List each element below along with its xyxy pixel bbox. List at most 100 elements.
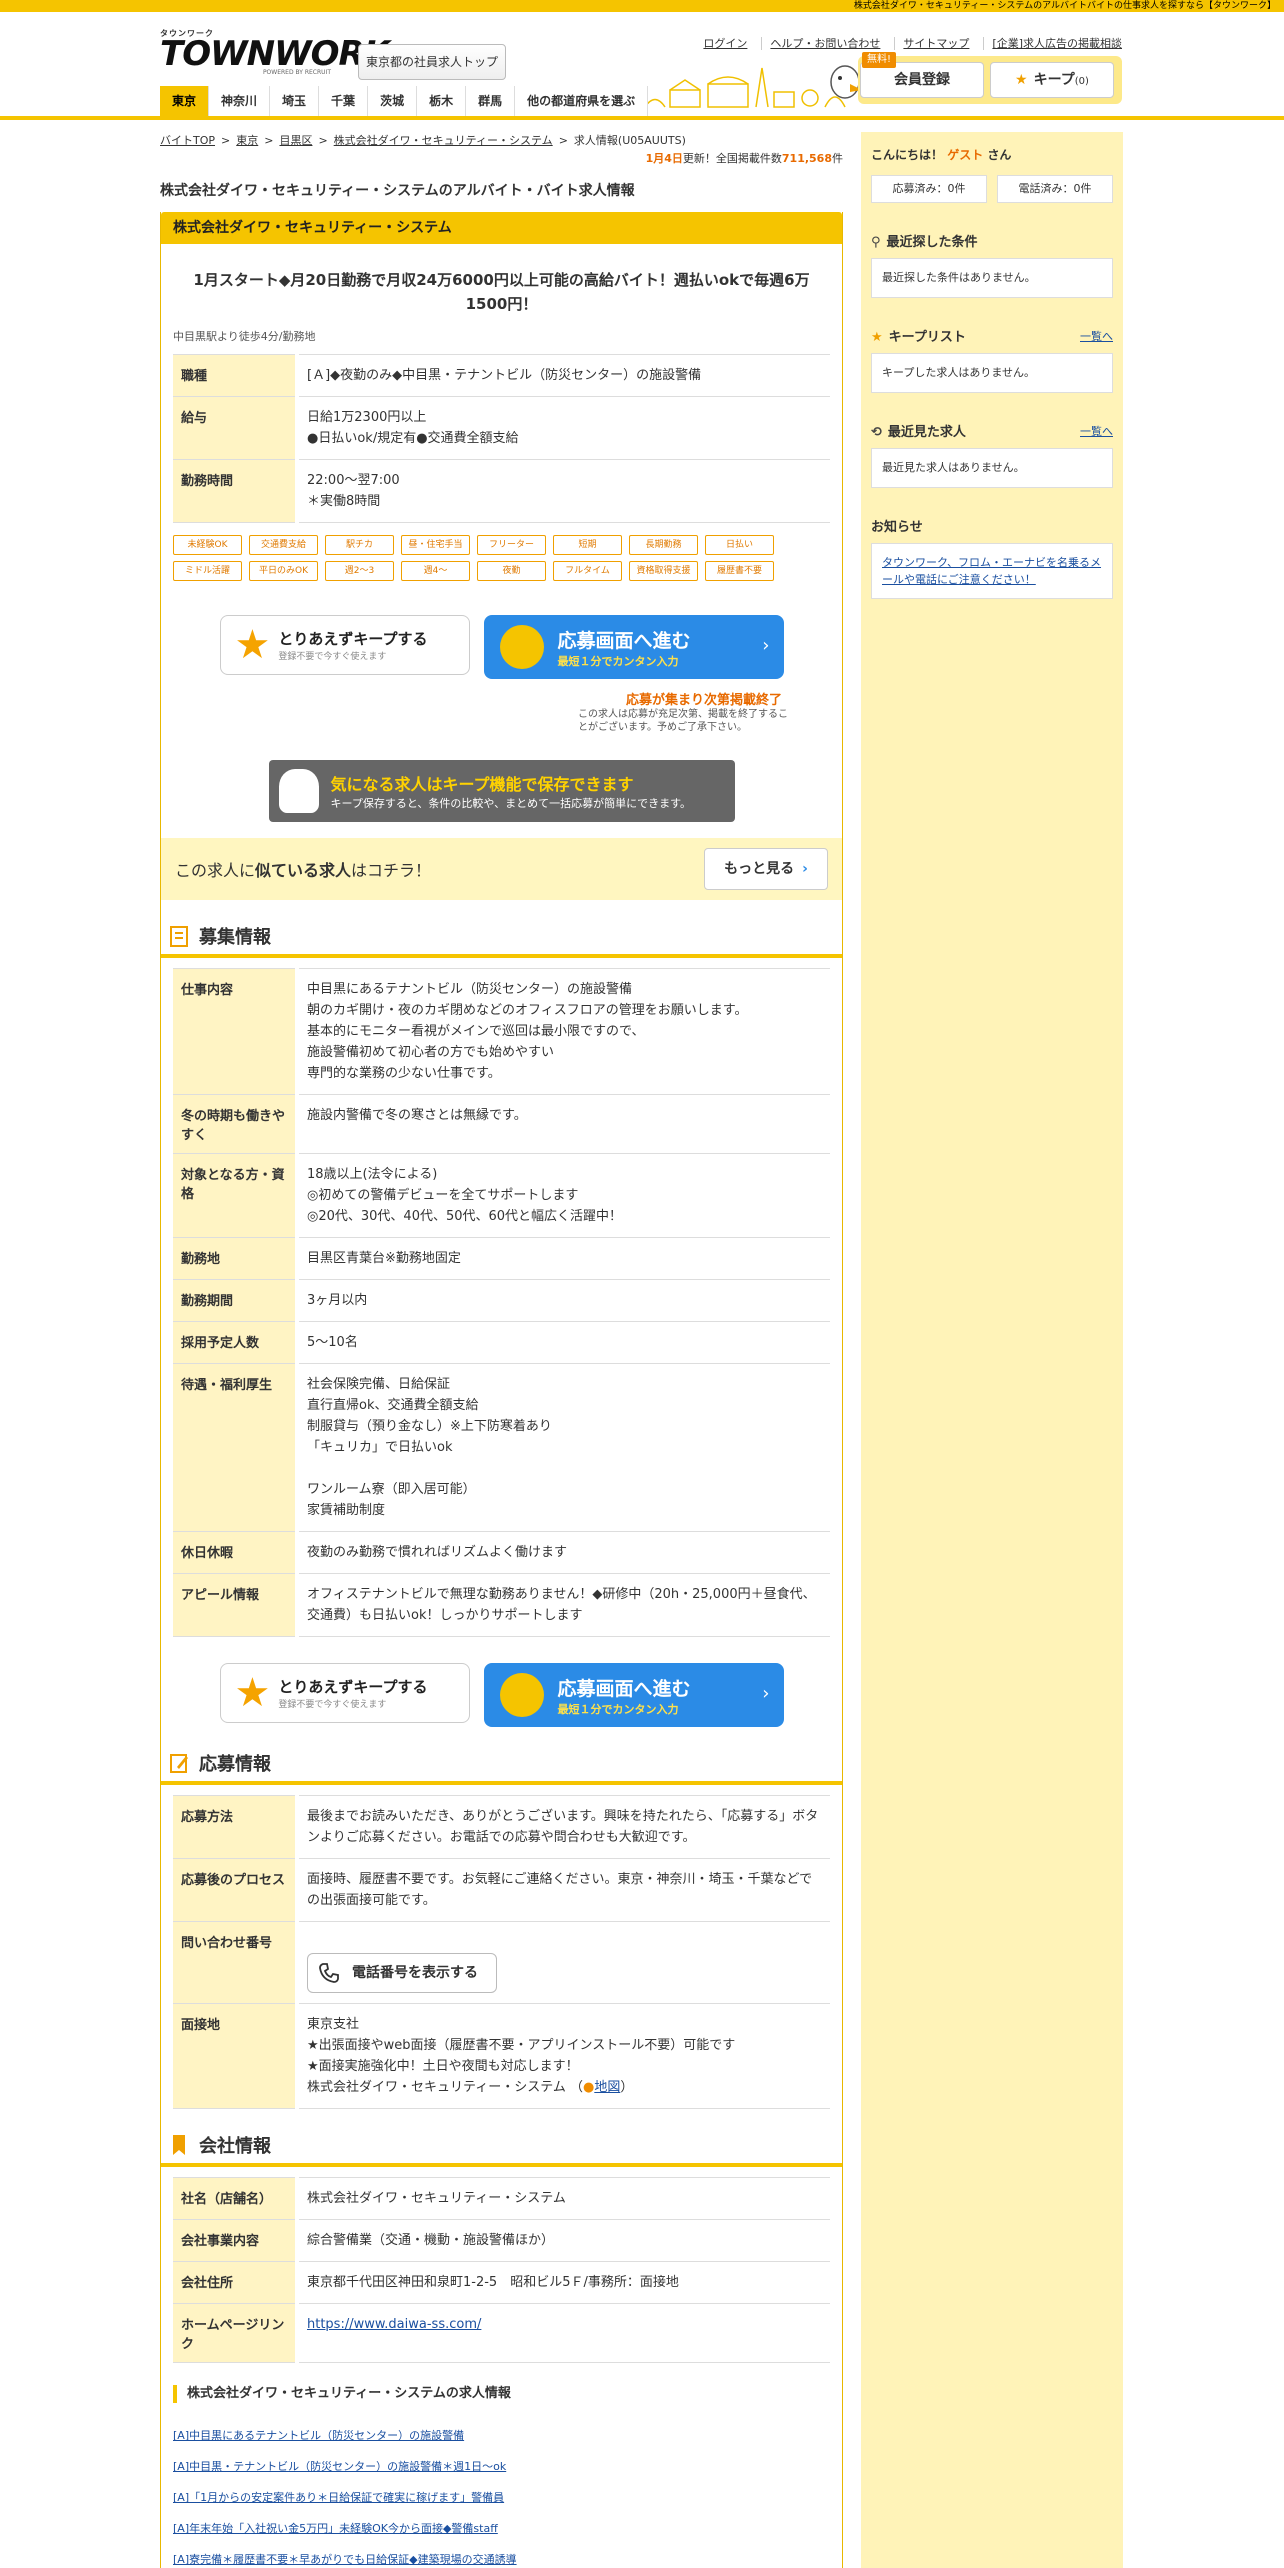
tab-tokyo[interactable]: 東京 <box>160 86 210 116</box>
breadcrumb-top[interactable]: バイトTOP <box>160 134 215 147</box>
townwork-logo[interactable]: タウンワーク TOWNWORK POWERED BY RECRUIT <box>160 28 390 84</box>
chevron-right-icon: › <box>762 1683 770 1704</box>
notice-header: お知らせ <box>861 516 1123 535</box>
keep-count: (0) <box>1074 76 1089 87</box>
row-header: 採用予定人数 <box>173 1321 299 1364</box>
row-value: 面接時、履歴書不要です。お気軽にご連絡ください。東京・神奈川・埼玉・千葉などでの… <box>297 1858 830 1922</box>
related-job-link[interactable]: [A]寮完備＊履歴書不要＊早あがりでも日給保証◆建築現場の交通誘導 <box>173 2551 830 2567</box>
row-value: [Ａ]◆夜勤のみ◆中目黒・テナントビル（防災センター）の施設警備 <box>297 354 830 397</box>
recent-conditions-title: 最近探した条件 <box>886 235 978 250</box>
keep-list-more-link[interactable]: 一覧へ <box>1080 328 1113 344</box>
related-job-link[interactable]: [A]中目黒にあるテナントビル（防災センター）の施設警備 <box>173 2427 830 2443</box>
star-icon: ★ <box>234 622 271 668</box>
keep-job-button[interactable]: ★ とりあえずキープする 登録不要で今すぐ使えます <box>219 1663 470 1723</box>
job-catchcopy: 1月スタート◆月20日勤務で月収24万6000円以上可能の高給バイト！週払いok… <box>193 271 810 313</box>
breadcrumb-company[interactable]: 株式会社ダイワ・セキュリティー・システム <box>334 134 553 147</box>
table-row: 応募方法 最後までお読みいただき、ありがとうございます。興味を持たれたら、「応募す… <box>173 1795 830 1859</box>
table-row: 面接地 東京支社 ★出張面接やweb面接（履歴書不要・アプリインストール不要）可… <box>173 2003 830 2109</box>
tab-kanagawa[interactable]: 神奈川 <box>209 86 271 116</box>
breadcrumb-meguro[interactable]: 目黒区 <box>279 134 312 147</box>
breadcrumb-tokyo[interactable]: 東京 <box>236 134 258 147</box>
keep-feature-banner[interactable]: 気になる求人はキープ機能で保存できます キープ保存すると、条件の比較や、まとめて一… <box>268 760 735 822</box>
show-phone-label: 電話番号を表示する <box>352 1964 478 1981</box>
tab-gunma[interactable]: 群馬 <box>466 86 516 116</box>
feature-tag: 夜勤 <box>477 561 546 581</box>
company-name-bar: 株式会社ダイワ・セキュリティー・システム <box>161 212 842 244</box>
tab-chiba[interactable]: 千葉 <box>319 86 369 116</box>
keep-button-sub: 登録不要で今すぐ使えます <box>278 1700 387 1710</box>
row-header: 待遇・福利厚生 <box>173 1363 299 1532</box>
count-suffix: 件 <box>832 152 843 165</box>
recently-viewed-title: 最近見た求人 <box>887 425 966 440</box>
apply-button[interactable]: 応募画面へ進む 最短１分でカンタン入力 › <box>483 1663 784 1727</box>
apply-button-sub: 最短１分でカンタン入力 <box>557 1702 679 1716</box>
notepad-icon <box>170 926 188 947</box>
show-phone-button[interactable]: 電話番号を表示する <box>307 1953 497 1993</box>
row-value: 18歳以上(法令による) ◎初めての警備デビューを全てサポートします ◎20代、… <box>297 1153 830 1238</box>
ad-consult-link[interactable]: [企業]求人広告の掲載相談 <box>983 37 1122 50</box>
breadcrumb-sep: > <box>318 134 328 147</box>
keep-label: キープ <box>1033 72 1075 88</box>
keep-job-button[interactable]: ★ とりあえずキープする登録不要で今すぐ使えます <box>219 615 470 675</box>
table-row: 待遇・福利厚生 社会保険完備、日給保証 直行直帰ok、交通費全額支給 制服貸与（預… <box>173 1363 830 1532</box>
related-job-link[interactable]: [A]年末年始「入社祝い金5万円」未経験OK今から面接◆警備staff <box>173 2520 830 2536</box>
related-job-link[interactable]: [A]「1月からの安定案件あり＊日給保証で確実に稼げます」警備員 <box>173 2489 830 2505</box>
row-value: 22:00～翌7:00 ＊実働8時間 <box>297 459 830 523</box>
table-row: 職種 [Ａ]◆夜勤のみ◆中目黒・テナントビル（防災センター）の施設警備 <box>173 354 830 397</box>
apply-button[interactable]: 応募画面へ進む 最短１分でカンタン入力 › <box>483 615 784 679</box>
feature-tag: 長期勤務 <box>629 535 698 555</box>
tab-ibaraki[interactable]: 茨城 <box>368 86 418 116</box>
table-row: 社名（店舗名） 株式会社ダイワ・セキュリティー・システム <box>173 2177 830 2220</box>
prefecture-tabs: 東京 神奈川 埼玉 千葉 茨城 栃木 群馬 他の都道府県を選ぶ <box>160 86 649 116</box>
related-job-link[interactable]: [A]中目黒・テナントビル（防災センター）の施設警備＊週1日～ok <box>173 2458 830 2474</box>
area-top-button[interactable]: 東京都の社員求人トップ <box>358 44 506 80</box>
feature-tag: フリーター <box>477 535 546 555</box>
tab-tochigi[interactable]: 栃木 <box>417 86 467 116</box>
row-value: 東京支社 ★出張面接やweb面接（履歴書不要・アプリインストール不要）可能です … <box>297 2003 830 2109</box>
row-header: 給与 <box>173 396 299 460</box>
sitemap-link[interactable]: サイトマップ <box>894 37 970 50</box>
chevron-right-icon: › <box>762 635 770 656</box>
notice-link[interactable]: タウンワーク、フロム・エーナビを名乗るメールや電話にご注意ください！ <box>882 556 1101 586</box>
job-summary-table: 職種 [Ａ]◆夜勤のみ◆中目黒・テナントビル（防災センター）の施設警備 給与 日給1… <box>173 354 830 523</box>
tab-other-prefectures[interactable]: 他の都道府県を選ぶ <box>515 86 649 116</box>
greeting-pre: こんにちは！ <box>871 148 944 162</box>
login-link[interactable]: ログイン <box>695 37 747 50</box>
star-icon: ★ <box>234 1670 271 1716</box>
row-header: 休日休暇 <box>173 1531 299 1574</box>
keep-list-button[interactable]: ★ キープ(0) <box>990 62 1114 98</box>
table-row: 対象となる方・資格 18歳以上(法令による) ◎初めての警備デビューを全てサポート… <box>173 1153 830 1238</box>
called-count: 電話済み：0件 <box>997 175 1113 203</box>
keep-banner-text: キープ保存すると、条件の比較や、まとめて一括応募が簡単にできます。 <box>330 797 691 810</box>
row-value: 綜合警備業（交通・機動・施設警備ほか） <box>297 2219 830 2262</box>
map-link[interactable]: 地図 <box>594 2080 620 2095</box>
similar-post: はコチラ！ <box>351 861 432 880</box>
feature-tag: 平日のみOK <box>249 561 318 581</box>
homepage-link[interactable]: https://www.daiwa-ss.com/ <box>307 2317 481 2332</box>
table-row: ホームページリンク https://www.daiwa-ss.com/ <box>173 2303 830 2363</box>
row-header: アピール情報 <box>173 1573 299 1637</box>
interview-company: 株式会社ダイワ・セキュリティー・システム （ <box>307 2080 583 2095</box>
row-header: 問い合わせ番号 <box>173 1921 299 2004</box>
recently-viewed-more-link[interactable]: 一覧へ <box>1080 423 1113 439</box>
table-row: 勤務時間 22:00～翌7:00 ＊実働8時間 <box>173 459 830 523</box>
row-header: 応募後のプロセス <box>173 1858 299 1922</box>
see-more-label: もっと見る <box>724 861 795 877</box>
bird-mascot-icon <box>278 769 319 813</box>
row-value: 日給1万2300円以上 ●日払いok/規定有●交通費全額支給 <box>297 396 830 460</box>
table-row: 会社事業内容 綜合警備業（交通・機動・施設警備ほか） <box>173 2219 830 2262</box>
row-value: 東京都千代田区神田和泉町1-2-5 昭和ビル5Ｆ/事務所：面接地 <box>297 2261 830 2304</box>
section-label: 応募情報 <box>199 1754 271 1775</box>
keep-button-sub: 登録不要で今すぐ使えます <box>278 652 387 662</box>
recent-conditions-header: ⚲ 最近探した条件 <box>861 231 1123 250</box>
tab-saitama[interactable]: 埼玉 <box>270 86 320 116</box>
see-more-button[interactable]: もっと見る › <box>704 848 828 890</box>
feature-tag: 資格取得支援 <box>629 561 698 581</box>
keep-list-title: キープリスト <box>888 330 966 345</box>
row-value: 中目黒にあるテナントビル（防災センター）の施設警備 朝のカギ開け・夜のカギ閉めな… <box>297 968 830 1095</box>
help-link[interactable]: ヘルプ・お問い合わせ <box>761 37 881 50</box>
paren-close: ） <box>620 2080 634 2095</box>
keep-button-label: とりあえずキープする <box>278 630 428 648</box>
breadcrumb: バイトTOP > 東京 > 目黒区 > 株式会社ダイワ・セキュリティー・システム > 求人情報(… <box>160 132 843 150</box>
bookmark-icon <box>173 2135 185 2155</box>
